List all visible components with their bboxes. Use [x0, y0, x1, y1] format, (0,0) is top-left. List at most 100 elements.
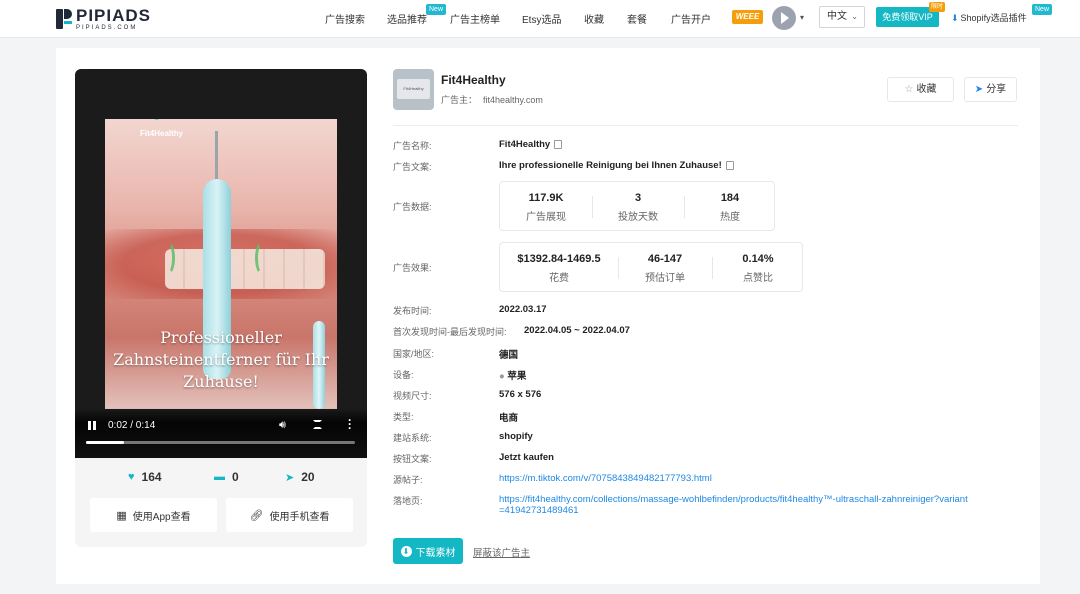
- video-player[interactable]: ❦ Fit4Healthy Professioneller Zahnsteine…: [75, 69, 367, 458]
- share-button[interactable]: ➤ 分享: [964, 77, 1017, 102]
- system-value: shopify: [499, 431, 533, 442]
- metric-orders: 46-147 预估订单: [618, 243, 712, 291]
- qr-code-icon: ▦: [116, 509, 127, 522]
- ad-effect-box: $1392.84-1469.5 花费 46-147 预估订单 0.14% 点赞比: [499, 242, 803, 292]
- video-controls: 0:02 / 0:14 🔊︎ · · ·: [75, 408, 367, 458]
- shares-count: 20: [301, 470, 315, 484]
- shopify-plugin-link[interactable]: ⬇ Shopify选品插件: [951, 11, 1027, 24]
- ad-copy-value: Ihre professionelle Reinigung bei Ihnen …: [499, 160, 734, 171]
- ad-name-value: Fit4Healthy: [499, 139, 563, 150]
- nav-ad-account[interactable]: 广告开户: [671, 11, 711, 26]
- vibration-icon: [255, 241, 269, 275]
- ad-name-text: Fit4Healthy: [499, 139, 551, 150]
- metric-label: 预估订单: [645, 273, 685, 284]
- system-label: 建站系统:: [393, 433, 432, 443]
- chevron-down-icon[interactable]: ▾: [800, 13, 804, 22]
- download-icon: ⬇: [400, 545, 412, 557]
- metric-value: $1392.84-1469.5: [517, 253, 601, 265]
- comments-count: 0: [232, 470, 239, 484]
- metric-value: 3: [634, 192, 642, 204]
- user-avatar[interactable]: [772, 6, 796, 30]
- top-navbar: PIPIADS PIPIADS.COM 广告搜索 选品推荐 New 广告主榜单 …: [0, 0, 1080, 38]
- pipiads-logo[interactable]: PIPIADS PIPIADS.COM: [56, 6, 151, 32]
- device-text: 苹果: [507, 371, 527, 382]
- advertiser-name[interactable]: Fit4Healthy: [441, 73, 506, 87]
- block-advertiser-link[interactable]: 屏蔽该广告主: [473, 545, 530, 559]
- engagement-stats: ♥ 164 ▬ 0 ➤ 20: [75, 466, 367, 490]
- copy-icon[interactable]: [725, 160, 734, 170]
- device-label: 设备:: [393, 370, 414, 380]
- language-value: 中文: [827, 11, 847, 22]
- nav-favorites[interactable]: 收藏: [584, 11, 604, 26]
- landing-link-cont[interactable]: =41942731489461: [499, 505, 579, 516]
- send-icon: ➤: [974, 84, 984, 95]
- more-options-icon[interactable]: · · ·: [348, 414, 352, 434]
- metric-impressions: 117.9K 广告展现: [500, 182, 592, 230]
- download-icon: ⬇: [951, 13, 959, 23]
- source-label: 源帖子:: [393, 475, 423, 485]
- download-material-button[interactable]: ⬇ 下载素材: [393, 538, 463, 564]
- fullscreen-icon[interactable]: [313, 420, 322, 429]
- new-badge: New: [426, 4, 447, 15]
- video-brand-name: Fit4Healthy: [140, 129, 184, 138]
- publish-value: 2022.03.17: [499, 304, 547, 315]
- type-label: 类型:: [393, 412, 414, 422]
- metric-label: 点赞比: [743, 273, 773, 284]
- comments-stat: ▬ 0: [214, 470, 239, 484]
- ad-data-box: 117.9K 广告展现 3 投放天数 184 热度: [499, 181, 775, 231]
- nav-etsy[interactable]: Etsy选品: [522, 11, 561, 26]
- size-value: 576 x 576: [499, 389, 542, 400]
- video-time: 0:02 / 0:14: [108, 420, 156, 431]
- metric-label: 投放天数: [618, 212, 658, 223]
- apple-icon: ●: [499, 371, 505, 382]
- cta-label: 按钮文案:: [393, 454, 432, 464]
- divider: [393, 125, 1018, 126]
- view-on-phone-button[interactable]: 🔗︎ 使用手机查看: [226, 498, 353, 532]
- ad-name-label: 广告名称:: [393, 141, 432, 151]
- advertiser-label: 广告主：: [441, 95, 478, 105]
- cta-value: Jetzt kaufen: [499, 452, 554, 463]
- view-in-app-label: 使用App查看: [132, 511, 191, 523]
- new-badge: New: [1032, 4, 1053, 15]
- metric-days: 3 投放天数: [592, 182, 684, 230]
- nav-advertiser-ranking[interactable]: 广告主榜单: [450, 11, 500, 26]
- comment-icon: ▬: [214, 471, 225, 483]
- likes-stat: ♥ 164: [128, 470, 162, 484]
- seen-value: 2022.04.05 ~ 2022.04.07: [524, 325, 630, 336]
- pause-icon[interactable]: [88, 421, 97, 430]
- ad-data-label: 广告数据:: [393, 202, 432, 212]
- volume-icon[interactable]: 🔊︎: [279, 419, 286, 432]
- view-in-app-button[interactable]: ▦ 使用App查看: [90, 498, 217, 532]
- link-icon: 🔗︎: [249, 509, 264, 522]
- landing-link[interactable]: https://fit4healthy.com/collections/mass…: [499, 494, 968, 505]
- metric-heat: 184 热度: [684, 182, 776, 230]
- brand-leaf-icon: ❦: [147, 119, 164, 126]
- metric-value: 184: [720, 192, 740, 204]
- source-link[interactable]: https://m.tiktok.com/v/70758438494821777…: [499, 473, 712, 484]
- logo-icon: [56, 9, 72, 29]
- nav-ad-search[interactable]: 广告搜索: [325, 11, 365, 26]
- share-icon: ➤: [285, 471, 295, 484]
- share-label: 分享: [986, 84, 1007, 95]
- favorite-button[interactable]: ☆ 收藏: [887, 77, 954, 102]
- logo-name: PIPIADS: [76, 6, 152, 25]
- vibration-icon: [161, 241, 175, 275]
- publish-label: 发布时间:: [393, 306, 432, 316]
- landing-label: 落地页:: [393, 496, 423, 506]
- seen-label: 首次发现时间-最后发现时间:: [393, 327, 507, 337]
- device-tip: [215, 131, 218, 183]
- metric-like-ratio: 0.14% 点赞比: [712, 243, 804, 291]
- video-progress-bar[interactable]: [86, 441, 355, 444]
- nav-plans[interactable]: 套餐: [627, 11, 647, 26]
- ad-copy-label: 广告文案:: [393, 162, 432, 172]
- video-overlay-text: Professioneller Zahnsteinentferner für I…: [113, 328, 329, 391]
- advertiser-domain[interactable]: fit4healthy.com: [483, 95, 543, 105]
- device-value: ● 苹果: [499, 368, 526, 382]
- ad-copy-text: Ihre professionelle Reinigung bei Ihnen …: [499, 160, 722, 171]
- shares-stat: ➤ 20: [285, 470, 315, 484]
- copy-icon[interactable]: [554, 139, 563, 149]
- nav-product-recommend[interactable]: 选品推荐: [387, 11, 427, 26]
- weee-banner[interactable]: WEEE: [732, 10, 763, 24]
- video-frame: ❦ Fit4Healthy Professioneller Zahnsteine…: [105, 119, 337, 409]
- language-select[interactable]: 中文 ⌄: [819, 6, 865, 28]
